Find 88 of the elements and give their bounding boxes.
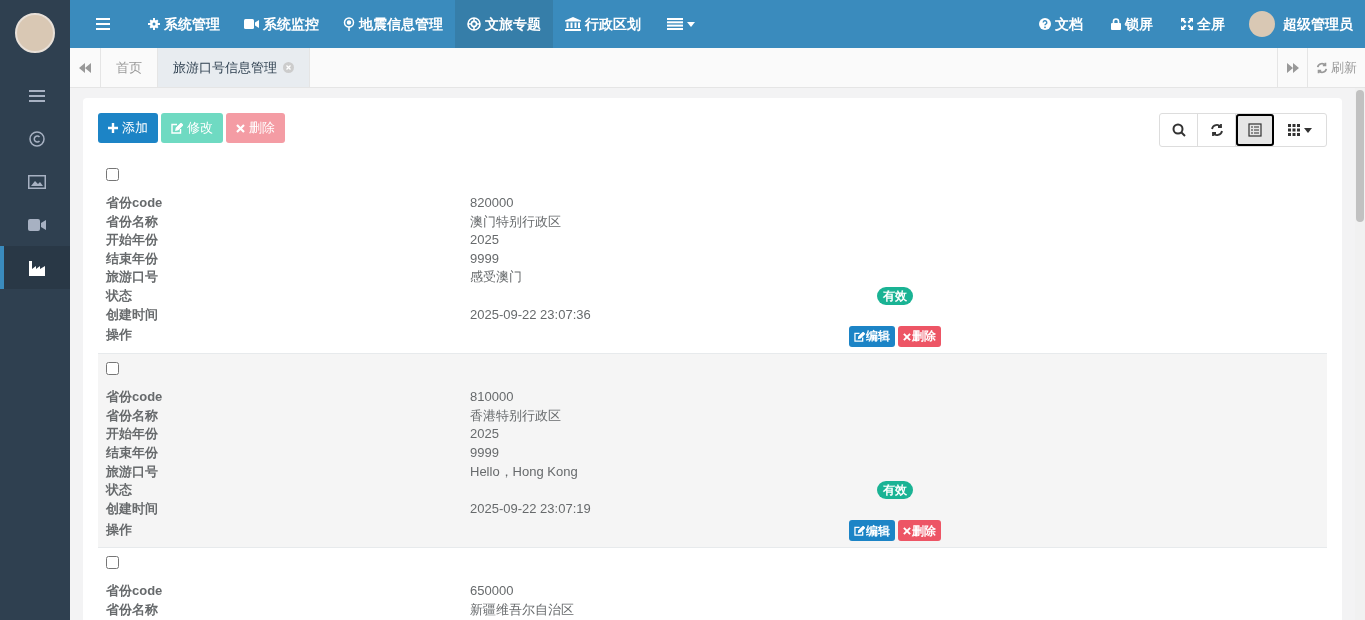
nav-tab[interactable]: 文旅专题 [455, 0, 553, 48]
user-menu[interactable]: 超级管理员 [1239, 0, 1365, 48]
field-label: 开始年份 [106, 231, 159, 250]
copyright-icon [29, 130, 45, 147]
refresh-icon [1209, 123, 1224, 137]
list-icon [1248, 123, 1262, 137]
question-circle-icon [1039, 18, 1051, 30]
refresh-icon [1316, 61, 1328, 74]
status-badge: 有效 [876, 481, 913, 500]
edit-icon [853, 331, 865, 342]
field-label: 旅游口号 [106, 268, 159, 287]
image-icon [28, 174, 46, 189]
field-label: 状态 [106, 481, 133, 500]
row-checkbox[interactable] [106, 362, 119, 376]
field-label: 省份名称 [106, 406, 159, 425]
avatar[interactable] [15, 13, 55, 53]
field-value: 810000 [470, 388, 515, 407]
close-icon [902, 332, 911, 341]
map-pin-icon [343, 17, 355, 31]
navbar-link[interactable]: 文档 [1025, 0, 1097, 48]
field-value: Hello，Hong Kong [470, 462, 579, 481]
field-value: 香港特别行政区 [470, 406, 562, 425]
nav-tab[interactable]: 系统监控 [232, 0, 331, 48]
search-icon [1171, 123, 1186, 137]
lock-icon [1111, 18, 1121, 30]
delete-button[interactable]: 删除 [897, 520, 941, 542]
factory-icon [29, 259, 45, 276]
close-icon [902, 526, 911, 535]
delete-button[interactable]: 删除 [897, 326, 941, 348]
field-label: 状态 [106, 286, 133, 305]
field-label: 省份code [106, 388, 164, 407]
grid-icon [1288, 124, 1300, 136]
menu-icon [96, 18, 110, 30]
card-view-toggle[interactable] [1236, 114, 1274, 146]
add-button[interactable]: 添加 [98, 113, 158, 143]
field-value: 2025-09-22 23:07:19 [470, 499, 592, 518]
field-label: 省份名称 [106, 600, 159, 619]
field-label: 省份名称 [106, 212, 159, 231]
page-tab[interactable]: 旅游口号信息管理 [158, 48, 310, 87]
field-label: 创建时间 [106, 499, 159, 518]
menu-icon [29, 89, 45, 102]
caret-icon [687, 21, 695, 27]
field-label: 结束年份 [106, 249, 159, 268]
video-camera-icon [244, 19, 259, 29]
expand-icon [1181, 18, 1193, 30]
field-value: 9999 [470, 443, 500, 462]
field-value: 新疆维吾尔自治区 [470, 600, 575, 619]
field-value: 2025 [470, 231, 500, 250]
status-badge: 有效 [876, 287, 913, 306]
field-label: 结束年份 [106, 443, 159, 462]
nav-tab[interactable]: 系统管理 [136, 0, 232, 48]
field-value: 650000 [470, 582, 515, 601]
field-label: 省份code [106, 582, 164, 601]
gear-icon [148, 18, 160, 30]
refresh-tab-button[interactable]: 刷新 [1307, 48, 1365, 87]
field-value: 9999 [470, 249, 500, 268]
edit-icon [853, 525, 865, 536]
user-avatar [1249, 11, 1275, 37]
bank-icon [565, 17, 581, 31]
edit-button[interactable]: 编辑 [848, 326, 895, 348]
field-label: 旅游口号 [106, 462, 159, 481]
list-icon [667, 18, 683, 30]
row-checkbox[interactable] [106, 556, 119, 570]
navbar-link[interactable]: 锁屏 [1097, 0, 1167, 48]
field-value: 2025 [470, 425, 500, 444]
row-checkbox[interactable] [106, 168, 119, 181]
field-value: 感受澳门 [470, 268, 523, 287]
life-ring-icon [467, 17, 481, 31]
field-value: 820000 [470, 194, 515, 212]
double-right-arrow-icon [1286, 62, 1299, 73]
field-label: 操作 [106, 326, 133, 345]
double-left-arrow-icon [79, 62, 91, 73]
edit-icon [171, 122, 183, 134]
edit-button[interactable]: 编辑 [848, 520, 895, 542]
field-label: 开始年份 [106, 425, 159, 444]
video-camera-icon [28, 218, 46, 231]
field-value: 澳门特别行政区 [470, 212, 562, 231]
caret-icon [1304, 127, 1312, 133]
plus-icon [108, 123, 118, 133]
navbar-link[interactable]: 全屏 [1167, 0, 1239, 48]
field-label: 省份code [106, 194, 164, 212]
nav-tab[interactable]: 行政区划 [553, 0, 653, 48]
field-value: 2025-09-22 23:07:36 [470, 305, 592, 324]
field-label: 创建时间 [106, 305, 159, 324]
nav-tab[interactable]: 地震信息管理 [331, 0, 455, 48]
sidebar-item[interactable] [0, 246, 70, 289]
close-icon [236, 123, 245, 133]
field-label: 操作 [106, 520, 133, 539]
